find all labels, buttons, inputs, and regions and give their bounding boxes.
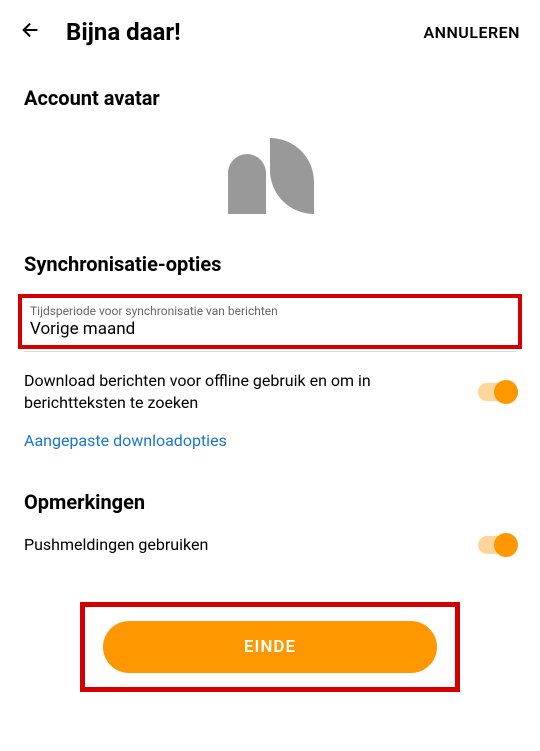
avatar[interactable]: [220, 138, 320, 218]
push-notifications-toggle[interactable]: [478, 536, 516, 554]
push-notifications-label: Pushmeldingen gebruiken: [24, 534, 478, 556]
page-title: Bijna daar!: [66, 18, 423, 46]
download-offline-toggle[interactable]: [478, 383, 516, 401]
remarks-heading: Opmerkingen: [0, 468, 540, 522]
sync-period-field[interactable]: Tijdsperiode voor synchronisatie van ber…: [22, 298, 518, 345]
download-offline-label: Download berichten voor offline gebruik …: [24, 370, 478, 415]
back-icon[interactable]: [20, 19, 42, 45]
sync-heading: Synchronisatie-opties: [0, 230, 540, 284]
finish-button-highlight: EINDE: [80, 602, 460, 692]
sync-period-value: Vorige maand: [30, 319, 510, 339]
cancel-button[interactable]: ANNULEREN: [423, 23, 520, 42]
custom-download-link[interactable]: Aangepaste downloadopties: [0, 421, 540, 468]
finish-button[interactable]: EINDE: [103, 621, 437, 673]
sync-period-label: Tijdsperiode voor synchronisatie van ber…: [30, 304, 510, 318]
avatar-heading: Account avatar: [0, 64, 540, 118]
sync-period-highlight: Tijdsperiode voor synchronisatie van ber…: [18, 294, 522, 349]
